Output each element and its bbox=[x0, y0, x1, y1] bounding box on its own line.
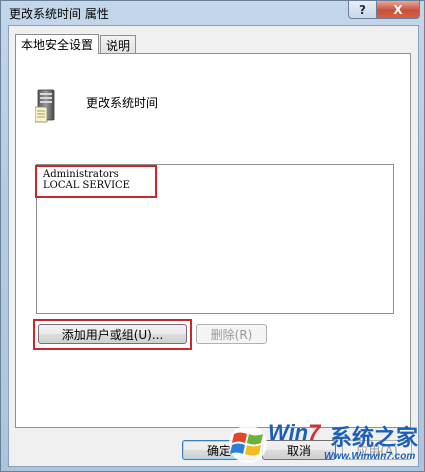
help-button[interactable]: ? bbox=[348, 1, 377, 19]
tab-label: 本地安全设置 bbox=[21, 38, 94, 52]
watermark-url: Www.Winwin7.com bbox=[324, 451, 416, 462]
site-watermark: Win7 系统之家 Www.Winwin7.com bbox=[228, 418, 418, 468]
policy-title: 更改系统时间 bbox=[86, 96, 159, 110]
help-icon: ? bbox=[359, 2, 366, 17]
button-label: 删除(R) bbox=[210, 327, 253, 342]
list-item[interactable]: LOCAL SERVICE bbox=[37, 180, 393, 191]
tab-panel: 更改系统时间 Administrators LOCAL SERVICE 添加用户… bbox=[15, 53, 411, 428]
window-title: 更改系统时间 属性 bbox=[9, 7, 109, 21]
title-bar[interactable]: 更改系统时间 属性 ? X bbox=[1, 1, 424, 25]
tab-local-security-setting[interactable]: 本地安全设置 bbox=[15, 34, 100, 54]
tab-explain[interactable]: 说明 bbox=[100, 35, 137, 53]
remove-button[interactable]: 删除(R) bbox=[196, 324, 267, 344]
watermark-brand-cn: 系统之家 bbox=[330, 426, 419, 451]
windows-logo-icon bbox=[229, 425, 267, 463]
close-button[interactable]: X bbox=[376, 1, 420, 19]
add-user-or-group-button[interactable]: 添加用户或组(U)... bbox=[38, 324, 187, 344]
close-icon: X bbox=[393, 2, 403, 17]
button-label: 添加用户或组(U)... bbox=[61, 327, 164, 342]
watermark-brand: Win7 bbox=[268, 420, 321, 445]
server-policy-icon bbox=[35, 89, 55, 123]
list-item[interactable]: Administrators bbox=[37, 169, 393, 180]
dialog-client-area: 本地安全设置 说明 更改系统时间 Administrators LOCAL SE… bbox=[8, 25, 419, 467]
members-list[interactable]: Administrators LOCAL SERVICE bbox=[36, 164, 394, 314]
properties-window: 更改系统时间 属性 ? X 本地安全设置 说明 更改系统时间 Administr… bbox=[0, 0, 425, 472]
tab-label: 说明 bbox=[106, 39, 131, 53]
